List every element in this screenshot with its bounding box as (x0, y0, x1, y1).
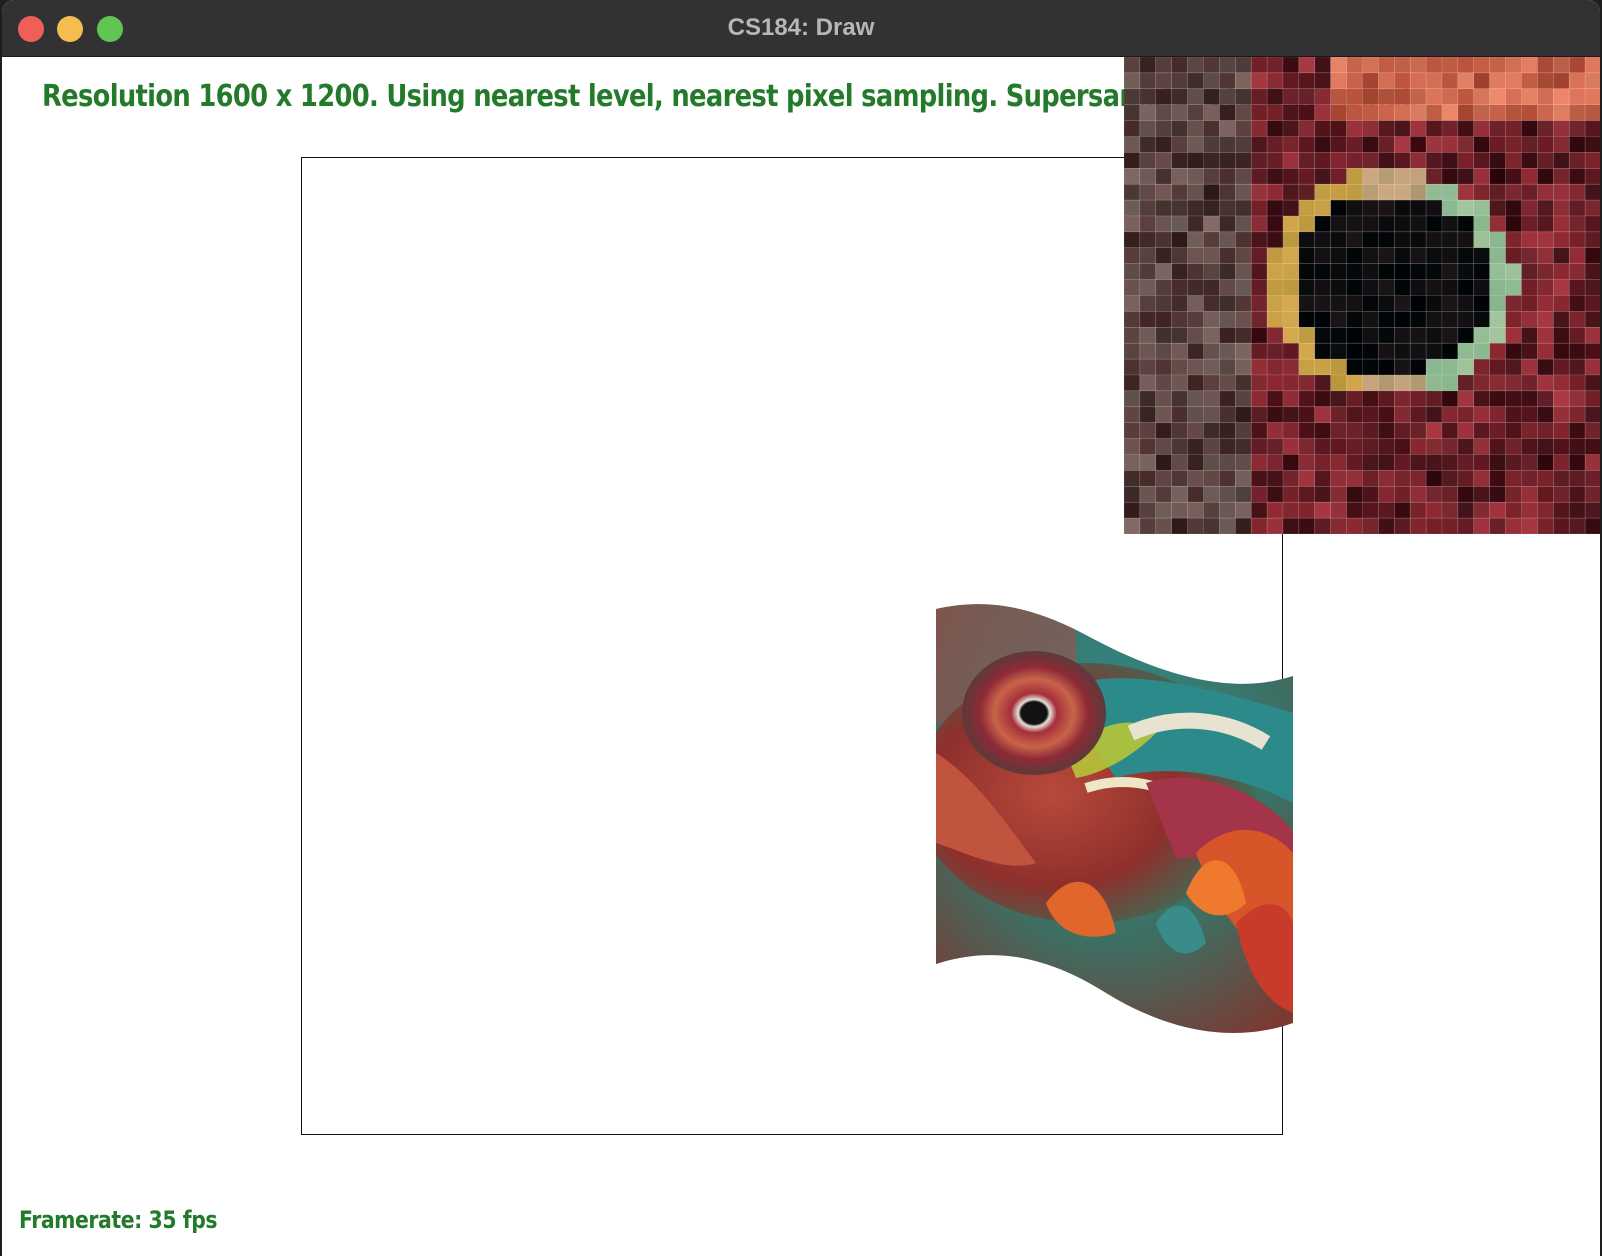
draw-viewport[interactable]: Resolution 1600 x 1200. Using nearest le… (2, 57, 1600, 1256)
pixel-inspector-zoom (1124, 57, 1600, 537)
app-window: CS184: Draw Resolution 1600 x 1200. Usin… (2, 0, 1600, 1256)
warped-texture-image (936, 604, 1293, 1033)
framerate-text: Framerate: 35 fps (19, 1206, 218, 1234)
pixel-grid (1124, 57, 1600, 535)
titlebar[interactable]: CS184: Draw (2, 0, 1600, 57)
window-title: CS184: Draw (727, 14, 875, 41)
